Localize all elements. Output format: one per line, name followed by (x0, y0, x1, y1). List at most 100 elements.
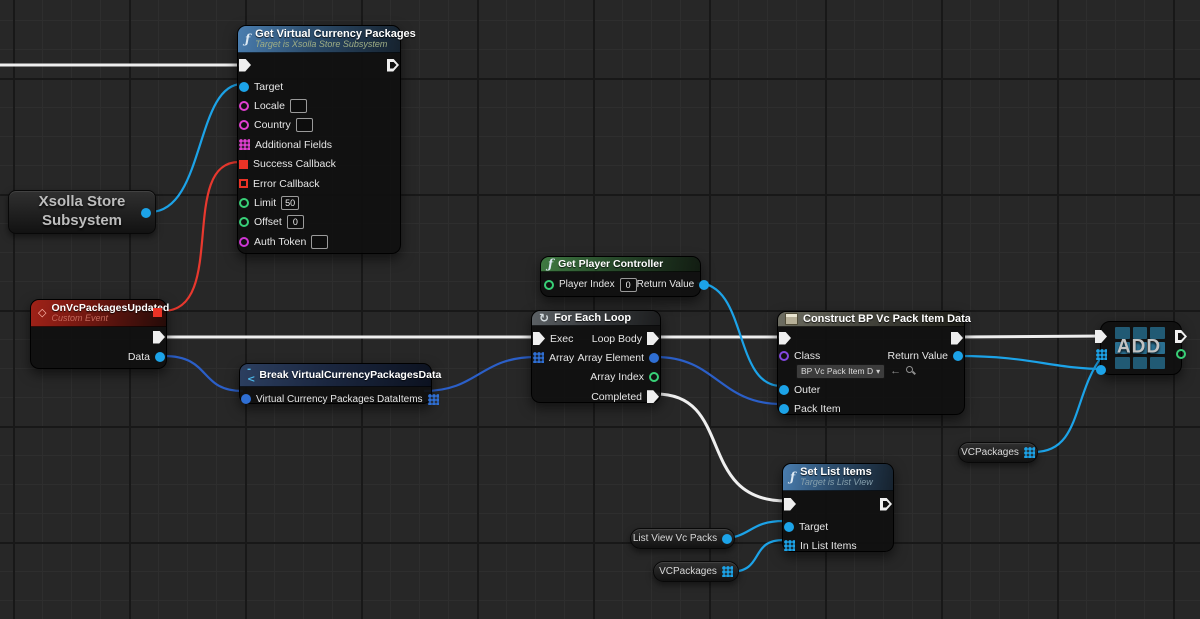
node-header[interactable]: ◇ OnVcPackagesUpdated Custom Event (31, 300, 166, 327)
class-select[interactable]: BP Vc Pack Item D▾ (796, 364, 885, 379)
outer-pin[interactable] (779, 385, 789, 395)
node-get-virtual-currency-packages[interactable]: ƒ Get Virtual Currency Packages Target i… (237, 25, 401, 254)
pin-label: Auth Token (254, 236, 306, 248)
wire-xsolla-to-target (150, 84, 242, 212)
loop-body-exec-pin[interactable] (647, 332, 659, 345)
exec-in-pin[interactable] (239, 59, 251, 72)
browse-magnifier-icon[interactable] (906, 366, 916, 376)
locale-pin[interactable] (239, 101, 249, 111)
in-list-items-pin[interactable] (784, 540, 795, 551)
node-header[interactable]: ↻ For Each Loop (532, 311, 660, 326)
items-array-output-pin[interactable] (428, 394, 439, 405)
auth-token-pin[interactable] (239, 237, 249, 247)
offset-pin[interactable] (239, 217, 249, 227)
struct-input-pin[interactable] (241, 394, 251, 404)
node-list-view-vc-packs-get[interactable]: List View Vc Packs (630, 528, 735, 549)
target-pin[interactable] (784, 522, 794, 532)
node-title: For Each Loop (554, 312, 631, 324)
pin-label: Return Value (637, 279, 695, 290)
node-get-player-controller[interactable]: ƒ Get Player Controller Player Index0 Re… (540, 256, 701, 297)
pin-label: Outer (794, 384, 820, 396)
exec-out-pin[interactable] (951, 332, 963, 345)
node-xsolla-store-subsystem[interactable]: Xsolla Store Subsystem (8, 190, 156, 234)
exec-in-pin[interactable] (779, 332, 791, 345)
new-item-pin[interactable] (1096, 365, 1106, 375)
node-subtitle: Target is List View (800, 477, 873, 487)
target-pin[interactable] (239, 82, 249, 92)
class-pin[interactable] (779, 351, 789, 361)
array-input-pin[interactable] (533, 352, 544, 363)
node-header[interactable]: -< Break VirtualCurrencyPackagesData (240, 364, 431, 387)
chevron-down-icon: ▾ (876, 367, 880, 376)
node-header[interactable]: ƒ Set List Items Target is List View (783, 464, 893, 491)
exec-in-pin[interactable] (533, 332, 545, 345)
pin-label: Offset (254, 216, 282, 228)
exec-out-pin[interactable] (880, 498, 892, 511)
exec-out-pin[interactable] (153, 331, 165, 344)
function-icon: ƒ (245, 33, 250, 45)
pin-label: Pack Item (794, 403, 841, 415)
node-vcpackages-get[interactable]: VCPackages (958, 442, 1038, 463)
pin-label: Virtual Currency Packages Data (256, 394, 398, 405)
variable-title: VCPackages (961, 447, 1019, 458)
delegate-output-pin[interactable] (153, 308, 162, 317)
use-asset-arrow-icon[interactable]: ← (890, 366, 901, 377)
node-header[interactable]: ƒ Get Player Controller (541, 257, 700, 272)
node-array-add[interactable]: ADD (1100, 321, 1182, 375)
node-header[interactable]: Construct BP Vc Pack Item Data (778, 312, 964, 327)
target-array-pin[interactable] (1096, 349, 1107, 360)
node-vcpackages-get-2[interactable]: VCPackages (653, 561, 739, 582)
offset-input[interactable]: 0 (287, 215, 304, 229)
node-construct-bp-vc-pack-item-data[interactable]: Construct BP Vc Pack Item Data Class Ret… (777, 311, 965, 415)
country-input[interactable] (296, 118, 313, 132)
exec-out-pin[interactable] (387, 59, 399, 72)
pack-item-pin[interactable] (779, 404, 789, 414)
array-index-pin[interactable] (649, 372, 659, 382)
pin-label: Data (128, 351, 150, 363)
pin-label: Success Callback (253, 158, 336, 170)
node-on-vc-packages-updated[interactable]: ◇ OnVcPackagesUpdated Custom Event Data (30, 299, 167, 369)
event-icon: ◇ (38, 307, 46, 318)
wire-vcpackages-to-add-array (1034, 355, 1103, 452)
player-index-input[interactable]: 0 (620, 278, 637, 292)
player-index-pin[interactable] (544, 280, 554, 290)
success-callback-pin[interactable] (239, 160, 248, 169)
pin-label: Exec (550, 333, 573, 345)
locale-input[interactable] (290, 99, 307, 113)
vcpackages-array-pin[interactable] (1024, 447, 1035, 458)
xsolla-output-pin[interactable] (141, 208, 151, 218)
variable-title-line2: Subsystem (39, 212, 126, 231)
node-subtitle: Custom Event (51, 313, 169, 323)
node-header[interactable]: ƒ Get Virtual Currency Packages Target i… (238, 26, 400, 53)
node-title: Get Player Controller (558, 258, 663, 270)
vcpackages-array-pin[interactable] (722, 566, 733, 577)
node-break-virtualcurrencypackagesdata[interactable]: -< Break VirtualCurrencyPackagesData Vir… (239, 363, 432, 404)
return-value-pin[interactable] (953, 351, 963, 361)
node-title: Construct BP Vc Pack Item Data (803, 313, 971, 325)
exec-in-pin[interactable] (1095, 330, 1107, 343)
pin-label: Target (799, 521, 828, 533)
pin-label: Array (549, 352, 574, 364)
array-element-pin[interactable] (649, 353, 659, 363)
data-output-pin[interactable] (155, 352, 165, 362)
wire-construct-exec-to-add (959, 336, 1105, 337)
list-view-output-pin[interactable] (722, 534, 732, 544)
exec-in-pin[interactable] (784, 498, 796, 511)
blueprint-graph-canvas[interactable]: { "icons": { "function": "ƒ", "event": "… (0, 0, 1200, 619)
limit-pin[interactable] (239, 198, 249, 208)
error-callback-pin[interactable] (239, 179, 248, 188)
country-pin[interactable] (239, 120, 249, 130)
return-index-pin[interactable] (1176, 349, 1186, 359)
exec-out-pin[interactable] (1175, 330, 1187, 343)
return-value-pin[interactable] (699, 280, 709, 290)
pin-label: Loop Body (592, 333, 642, 345)
limit-input[interactable]: 50 (281, 196, 299, 210)
pin-label: In List Items (800, 540, 857, 552)
completed-exec-pin[interactable] (647, 390, 659, 403)
variable-title: VCPackages (659, 566, 717, 577)
additional-fields-pin[interactable] (239, 139, 250, 150)
class-select-value: BP Vc Pack Item D (801, 366, 873, 376)
node-set-list-items[interactable]: ƒ Set List Items Target is List View Tar… (782, 463, 894, 552)
node-for-each-loop[interactable]: ↻ For Each Loop Exec Loop Body Array Arr… (531, 310, 661, 403)
auth-token-input[interactable] (311, 235, 328, 249)
